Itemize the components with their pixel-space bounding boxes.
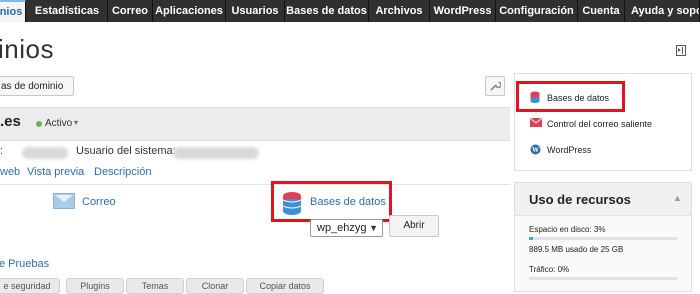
redacted-user (173, 147, 259, 159)
chevron-down-icon: ▼ (369, 223, 378, 233)
tab-usuarios[interactable]: Usuarios (226, 0, 285, 22)
link-vista-previa[interactable]: Vista previa (27, 166, 84, 178)
tab-aplicaciones[interactable]: Aplicaciones (153, 0, 226, 22)
disk-usage-fill (529, 237, 534, 240)
tab-clonar[interactable]: Clonar (186, 278, 244, 294)
chevron-down-icon[interactable]: ▾ (74, 118, 78, 127)
correo-link[interactable]: Correo (82, 196, 116, 208)
link-descripcion[interactable]: Descripción (94, 166, 151, 178)
wrench-icon (490, 81, 502, 91)
tab-archivos[interactable]: Archivos (369, 0, 430, 22)
highlight-box (516, 81, 625, 112)
sidebar-item-wordpress[interactable]: WordPress (547, 145, 591, 155)
tab-configuracion[interactable]: Configuración (496, 0, 578, 22)
tab-estadisticas[interactable]: Estadísticas (27, 0, 108, 22)
top-navigation: inios Estadísticas Correo Aplicaciones U… (0, 0, 700, 22)
tab-copiar-datos[interactable]: Copiar datos (246, 278, 324, 294)
database-select[interactable]: wp_ehzyg ▼ (310, 219, 383, 237)
chevron-up-icon[interactable]: ▲ (673, 193, 682, 203)
disk-usage-bar (529, 237, 677, 240)
highlight-box (271, 181, 392, 222)
resources-panel: Uso de recursos ▲ Espacio en disco: 3% 8… (514, 182, 692, 292)
domain-label: : (0, 145, 4, 157)
redacted-value (22, 147, 68, 159)
settings-button[interactable] (485, 76, 505, 96)
link-web[interactable]: web (0, 166, 20, 178)
disk-usage-label: Espacio en disco: 3% (529, 225, 606, 234)
sidebar-item-control-correo[interactable]: Control del correo saliente (547, 119, 652, 129)
resources-title: Uso de recursos (529, 192, 631, 207)
disk-usage-detail: 889.5 MB usado de 25 GB (529, 245, 624, 254)
mail-icon[interactable] (53, 193, 75, 209)
tab-seguridad[interactable]: e seguridad (0, 278, 60, 294)
tab-bases-de-datos[interactable]: Bases de datos (285, 0, 369, 22)
traffic-bar (529, 277, 677, 280)
tab-dominios[interactable]: inios (0, 0, 26, 22)
tab-wordpress[interactable]: WordPress (430, 0, 496, 22)
tab-plugins[interactable]: Plugins (66, 278, 124, 294)
pruebas-link[interactable]: e Pruebas (0, 258, 49, 270)
svg-text:W: W (532, 146, 539, 154)
status-dot-icon (36, 121, 42, 127)
divider (0, 184, 510, 185)
domain-name[interactable]: .es (0, 113, 21, 130)
page-title: inios (0, 34, 54, 64)
tab-cuenta[interactable]: Cuenta (578, 0, 625, 22)
tab-temas[interactable]: Temas (126, 278, 184, 294)
wordpress-icon: W (530, 144, 541, 155)
tab-ayuda[interactable]: Ayuda y sopo (625, 0, 700, 22)
status-badge[interactable]: Activo (45, 118, 72, 129)
mail-icon (530, 118, 542, 127)
open-button[interactable]: Abrir (389, 215, 439, 237)
domain-button[interactable]: as de dominio (0, 76, 74, 96)
tab-correo[interactable]: Correo (108, 0, 153, 22)
traffic-label: Tráfico: 0% (529, 265, 570, 274)
database-select-value: wp_ehzyg (317, 222, 367, 234)
system-user-label: Usuario del sistema: (76, 145, 176, 157)
collapse-sidebar-icon[interactable] (676, 45, 686, 56)
